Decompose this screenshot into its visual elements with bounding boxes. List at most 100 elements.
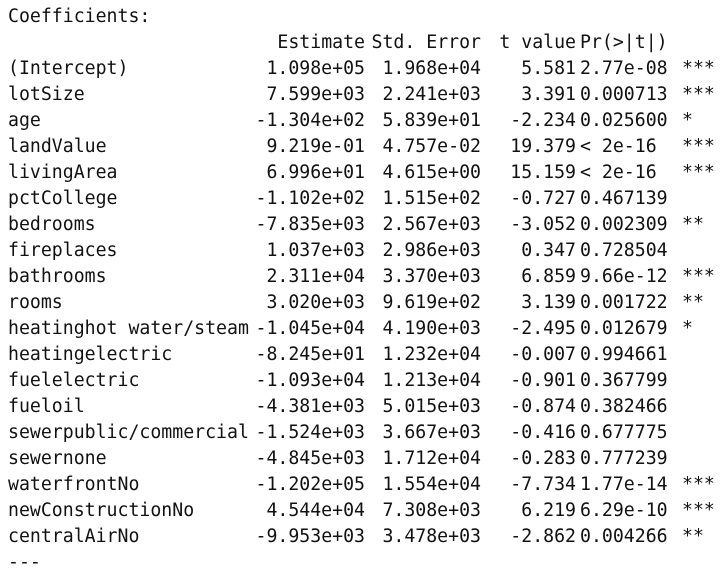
coefficient-row: sewerpublic/commercial -1.524e+03 3.667e+0… [8,420,721,446]
coef-p-value: < 2e-16 [580,162,657,183]
coef-std-error: 5.015e+03 [382,396,481,417]
coefficient-row: newConstructionNo 4.544e+04 7.308e+03 6.219… [8,498,721,524]
coef-t-value: -2.234 [510,110,576,131]
coef-std-error: 4.757e-02 [382,136,481,157]
coef-std-error: 3.370e+03 [382,266,481,287]
coefficient-row: waterfrontNo -1.202e+05 1.554e+04 -7.734 1.7… [8,472,721,498]
coef-estimate: -1.524e+03 [255,422,366,443]
coef-p-value: 0.382466 [580,396,668,417]
coefficient-row: bedrooms -7.835e+03 2.567e+03 -3.052 0.00230… [8,212,721,238]
coef-t-value: 3.391 [521,84,576,105]
coef-p-value: 6.29e-10 [580,500,668,521]
coef-p-value: 0.467139 [580,188,668,209]
coef-t-value: 0.347 [521,240,576,261]
coef-p-value: 0.994661 [580,344,668,365]
coefficient-row: heatingelectric -8.245e+01 1.232e+04 -0.007… [8,342,721,368]
significance-stars: ** [682,526,704,547]
coef-p-value: 1.77e-14 [580,474,668,495]
significance-stars: ** [682,292,704,313]
coefficient-row: (Intercept) 1.098e+05 1.968e+04 5.581 2.77e-… [8,56,721,82]
coef-estimate: -1.102e+02 [255,188,366,209]
header-p-value: Pr(>|t|) [580,32,668,53]
coef-estimate: 1.098e+05 [266,58,365,79]
coefficients-title: Coefficients: [8,6,151,27]
coef-t-value: 6.219 [521,500,576,521]
coef-estimate: 3.020e+03 [266,292,365,313]
coef-estimate: 2.311e+04 [266,266,365,287]
coef-std-error: 1.554e+04 [382,474,481,495]
header-t-value: t value [499,32,576,53]
coef-t-value: -0.874 [510,396,576,417]
coefficient-row: fuelelectric -1.093e+04 1.213e+04 -0.901 0.3… [8,368,721,394]
coef-p-value: 0.025600 [580,110,668,131]
coef-std-error: 3.478e+03 [382,526,481,547]
coef-t-value: 19.379 [510,136,576,157]
coef-t-value: -0.283 [510,448,576,469]
coef-std-error: 1.213e+04 [382,370,481,391]
coef-p-value: 0.677775 [580,422,668,443]
coef-p-value: 0.012679 [580,318,668,339]
coef-estimate: -7.835e+03 [255,214,366,235]
coef-estimate: 6.996e+01 [266,162,365,183]
coef-t-value: -0.007 [510,344,576,365]
coef-estimate: -1.045e+04 [255,318,366,339]
significance-stars: *** [682,474,715,495]
coefficient-row: lotSize 7.599e+03 2.241e+03 3.391 0.000713 **… [8,82,721,108]
coef-t-value: 6.859 [521,266,576,287]
coef-p-value: 0.004266 [580,526,668,547]
significance-stars: *** [682,162,715,183]
coef-p-value: 0.728504 [580,240,668,261]
coefficient-row: age -1.304e+02 5.839e+01 -2.234 0.025600 * [8,108,721,134]
coefficient-row: fireplaces 1.037e+03 2.986e+03 0.347 0.72850… [8,238,721,264]
coef-estimate: 9.219e-01 [266,136,365,157]
footer-separator: --- [8,552,41,573]
significance-stars: *** [682,58,715,79]
coef-estimate: 1.037e+03 [266,240,365,261]
coef-std-error: 2.986e+03 [382,240,481,261]
coef-std-error: 1.968e+04 [382,58,481,79]
coef-t-value: -2.862 [510,526,576,547]
coefficient-row: landValue 9.219e-01 4.757e-02 19.379 < 2e-16… [8,134,721,160]
coef-std-error: 1.515e+02 [382,188,481,209]
coef-std-error: 7.308e+03 [382,500,481,521]
coef-std-error: 3.667e+03 [382,422,481,443]
coefficient-row: centralAirNo -9.953e+03 3.478e+03 -2.862 0.0… [8,524,721,550]
coefficient-row: rooms 3.020e+03 9.619e+02 3.139 0.001722 ** [8,290,721,316]
coef-t-value: -0.416 [510,422,576,443]
coef-p-value: < 2e-16 [580,136,657,157]
coef-estimate: -1.093e+04 [255,370,366,391]
coef-estimate: -4.845e+03 [255,448,366,469]
coef-p-value: 0.002309 [580,214,668,235]
significance-stars: ** [682,214,704,235]
regression-output: Coefficients: Estimate Std. Error t valu… [0,0,721,576]
coef-std-error: 4.190e+03 [382,318,481,339]
coef-t-value: 15.159 [510,162,576,183]
coef-estimate: -1.304e+02 [255,110,366,131]
coef-estimate: -9.953e+03 [255,526,366,547]
coef-t-value: -2.495 [510,318,576,339]
coef-t-value: 3.139 [521,292,576,313]
coef-estimate: -8.245e+01 [255,344,366,365]
coef-std-error: 1.712e+04 [382,448,481,469]
coef-estimate: -4.381e+03 [255,396,366,417]
coef-estimate: 7.599e+03 [266,84,365,105]
coefficient-row: fueloil -4.381e+03 5.015e+03 -0.874 0.382466 [8,394,721,420]
coef-std-error: 9.619e+02 [382,292,481,313]
coef-t-value: -7.734 [510,474,576,495]
coef-p-value: 2.77e-08 [580,58,668,79]
coef-estimate: 4.544e+04 [266,500,365,521]
coef-p-value: 0.001722 [580,292,668,313]
coef-t-value: -0.901 [510,370,576,391]
coefficient-row: bathrooms 2.311e+04 3.370e+03 6.859 9.66e-12… [8,264,721,290]
header-std-error: Std. Error [371,32,482,53]
coef-std-error: 2.567e+03 [382,214,481,235]
coef-p-value: 0.777239 [580,448,668,469]
coef-estimate: -1.202e+05 [255,474,366,495]
coef-std-error: 4.615e+00 [382,162,481,183]
column-header-row: Estimate Std. Error t value Pr(>|t|) [8,30,721,56]
coef-p-value: 0.000713 [580,84,668,105]
coefficient-row: livingArea 6.996e+01 4.615e+00 15.159 < 2e-1… [8,160,721,186]
coef-std-error: 1.232e+04 [382,344,481,365]
coef-p-value: 0.367799 [580,370,668,391]
coef-std-error: 2.241e+03 [382,84,481,105]
